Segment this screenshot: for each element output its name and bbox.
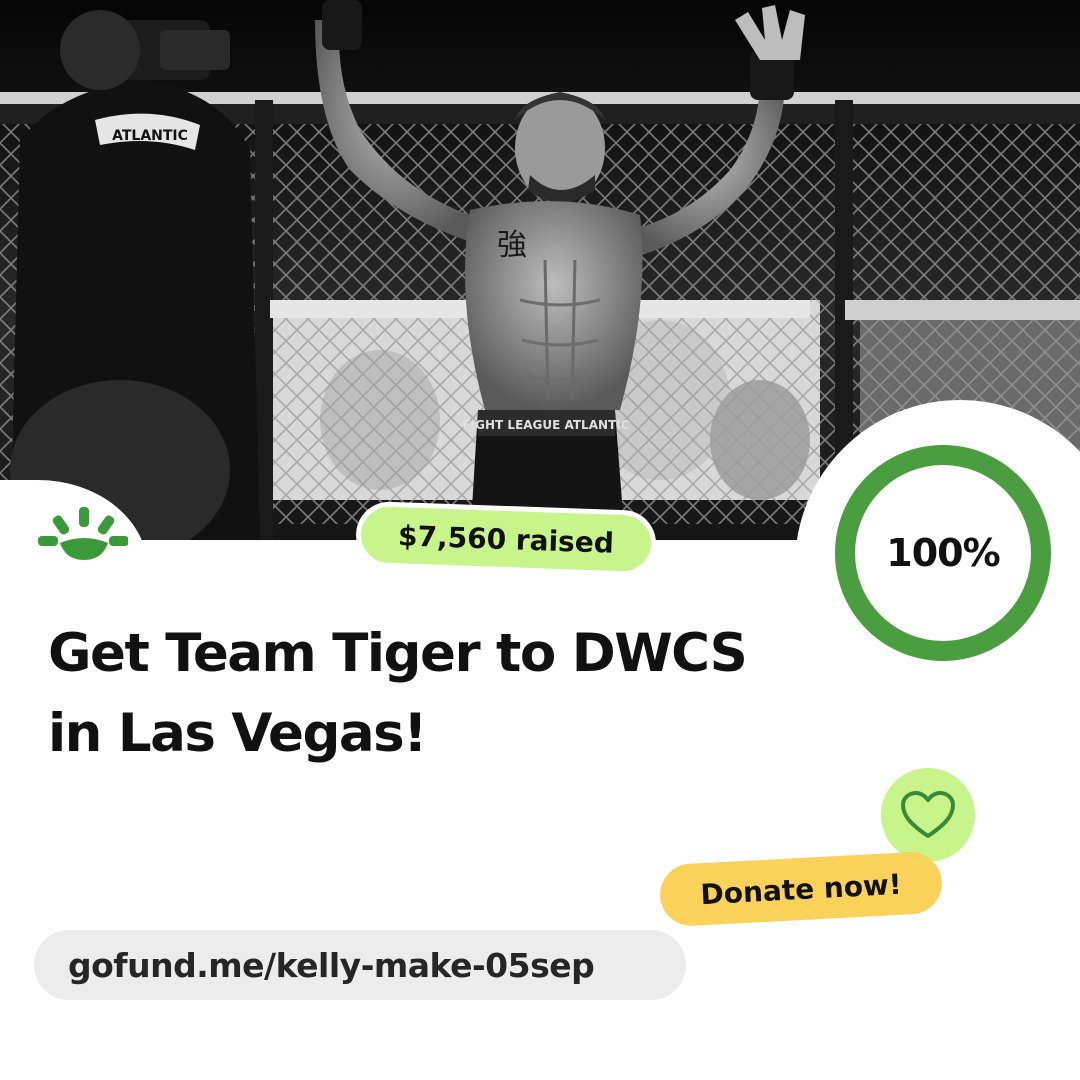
campaign-title-line1: Get Team Tiger to DWCS [48, 623, 748, 684]
campaign-title-line2: in Las Vegas! [48, 703, 427, 764]
svg-text:強: 強 [497, 228, 527, 263]
heart-badge [881, 768, 975, 862]
amount-raised-badge: $7,560 raised [357, 502, 655, 576]
campaign-title: Get Team Tiger to DWCS in Las Vegas! [48, 614, 808, 774]
shirt-text: ATLANTIC [112, 128, 188, 144]
waistband-text: FIGHT LEAGUE ATLANTIC [463, 418, 630, 432]
progress-percent: 100% [886, 531, 1000, 575]
heart-outline-icon [901, 791, 955, 838]
gofundme-sunrise-icon [38, 505, 129, 565]
campaign-url-link[interactable]: gofund.me/kelly-make-05sep [34, 930, 686, 1000]
